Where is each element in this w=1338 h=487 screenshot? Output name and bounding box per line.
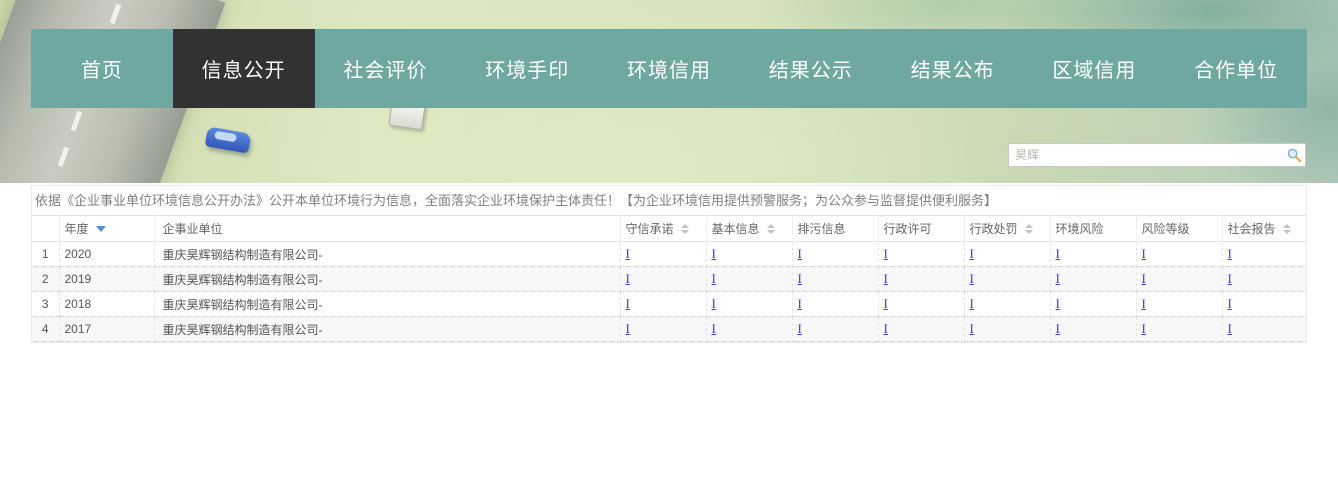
i-link[interactable]: I [626, 271, 630, 286]
i-link[interactable]: I [1056, 246, 1060, 261]
i-link[interactable]: I [626, 246, 630, 261]
i-link[interactable]: I [712, 321, 716, 336]
i-link[interactable]: I [1056, 296, 1060, 311]
nav-item-result-publicity[interactable]: 结果公示 [740, 29, 882, 108]
i-link[interactable]: I [798, 246, 802, 261]
i-link[interactable]: I [798, 296, 802, 311]
col-header-risk-level: 风险等级 [1136, 216, 1222, 242]
nav-item-result-announce[interactable]: 结果公布 [882, 29, 1024, 108]
col-header-company: 企事业单位 [154, 216, 620, 242]
i-link[interactable]: I [970, 246, 974, 261]
table-row: 4 2017 重庆昊辉钢结构制造有限公司- I I I I I I I I [32, 317, 1306, 342]
i-link[interactable]: I [1056, 321, 1060, 336]
nav-item-social-eval[interactable]: 社会评价 [315, 29, 457, 108]
year-cell: 2018 [59, 292, 154, 317]
col-header-promise[interactable]: 守信承诺 [620, 216, 706, 242]
year-cell: 2017 [59, 317, 154, 342]
sort-both-icon [767, 224, 775, 234]
i-link[interactable]: I [1142, 271, 1146, 286]
i-link[interactable]: I [798, 271, 802, 286]
table-row: 1 2020 重庆昊辉钢结构制造有限公司- I I I I I I I I [32, 242, 1306, 267]
i-link[interactable]: I [626, 321, 630, 336]
col-header-basic-info[interactable]: 基本信息 [706, 216, 792, 242]
i-link[interactable]: I [1228, 271, 1232, 286]
i-link[interactable]: I [1142, 296, 1146, 311]
i-link[interactable]: I [970, 321, 974, 336]
col-header-env-risk: 环境风险 [1050, 216, 1136, 242]
i-link[interactable]: I [626, 296, 630, 311]
company-cell: 重庆昊辉钢结构制造有限公司- [154, 242, 620, 267]
col-header-year[interactable]: 年度 [59, 216, 154, 242]
search-button[interactable] [1283, 144, 1305, 166]
i-link[interactable]: I [884, 271, 888, 286]
sort-desc-icon [96, 226, 106, 232]
i-link[interactable]: I [1142, 321, 1146, 336]
i-link[interactable]: I [884, 321, 888, 336]
row-index: 1 [32, 242, 59, 267]
i-link[interactable]: I [1228, 296, 1232, 311]
i-link[interactable]: I [1142, 246, 1146, 261]
sort-both-icon [1283, 224, 1291, 234]
i-link[interactable]: I [1228, 246, 1232, 261]
row-index: 4 [32, 317, 59, 342]
sort-both-icon [1025, 224, 1033, 234]
i-link[interactable]: I [884, 246, 888, 261]
i-link[interactable]: I [798, 321, 802, 336]
i-link[interactable]: I [712, 246, 716, 261]
search-icon [1287, 148, 1301, 162]
main-nav: 首页 信息公开 社会评价 环境手印 环境信用 结果公示 结果公布 区域信用 合作… [31, 29, 1307, 108]
row-index: 3 [32, 292, 59, 317]
nav-item-home[interactable]: 首页 [31, 29, 173, 108]
company-cell: 重庆昊辉钢结构制造有限公司- [154, 292, 620, 317]
i-link[interactable]: I [712, 296, 716, 311]
table-row: 2 2019 重庆昊辉钢结构制造有限公司- I I I I I I I I [32, 267, 1306, 292]
company-cell: 重庆昊辉钢结构制造有限公司- [154, 317, 620, 342]
year-cell: 2019 [59, 267, 154, 292]
col-header-admin-penalty[interactable]: 行政处罚 [964, 216, 1050, 242]
col-header-social-report[interactable]: 社会报告 [1222, 216, 1306, 242]
i-link[interactable]: I [1056, 271, 1060, 286]
nav-item-env-handprint[interactable]: 环境手印 [456, 29, 598, 108]
nav-item-info-disclosure[interactable]: 信息公开 [173, 29, 315, 108]
search-input[interactable] [1009, 144, 1283, 166]
i-link[interactable]: I [1228, 321, 1232, 336]
i-link[interactable]: I [970, 296, 974, 311]
sort-both-icon [681, 224, 689, 234]
records-table: 年度 企事业单位 守信承诺 基本信息 排污信息 行政许可 行政处罚 环境风险 风… [32, 215, 1306, 342]
table-row: 3 2018 重庆昊辉钢结构制造有限公司- I I I I I I I I [32, 292, 1306, 317]
notice-text: 依据《企业事业单位环境信息公开办法》公开本单位环境行为信息，全面落实企业环境保护… [32, 186, 1306, 215]
col-header-admin-permit: 行政许可 [878, 216, 964, 242]
blue-car-image [205, 126, 252, 153]
i-link[interactable]: I [970, 271, 974, 286]
i-link[interactable]: I [712, 271, 716, 286]
nav-item-region-credit[interactable]: 区域信用 [1023, 29, 1165, 108]
col-header-emission: 排污信息 [792, 216, 878, 242]
search-box [1008, 143, 1306, 167]
i-link[interactable]: I [884, 296, 888, 311]
nav-item-partners[interactable]: 合作单位 [1165, 29, 1307, 108]
year-cell: 2020 [59, 242, 154, 267]
col-header-index [32, 216, 59, 242]
table-header-row: 年度 企事业单位 守信承诺 基本信息 排污信息 行政许可 行政处罚 环境风险 风… [32, 216, 1306, 242]
company-cell: 重庆昊辉钢结构制造有限公司- [154, 267, 620, 292]
content-panel: 依据《企业事业单位环境信息公开办法》公开本单位环境行为信息，全面落实企业环境保护… [31, 185, 1307, 343]
nav-item-env-credit[interactable]: 环境信用 [598, 29, 740, 108]
car-window [214, 131, 237, 143]
row-index: 2 [32, 267, 59, 292]
